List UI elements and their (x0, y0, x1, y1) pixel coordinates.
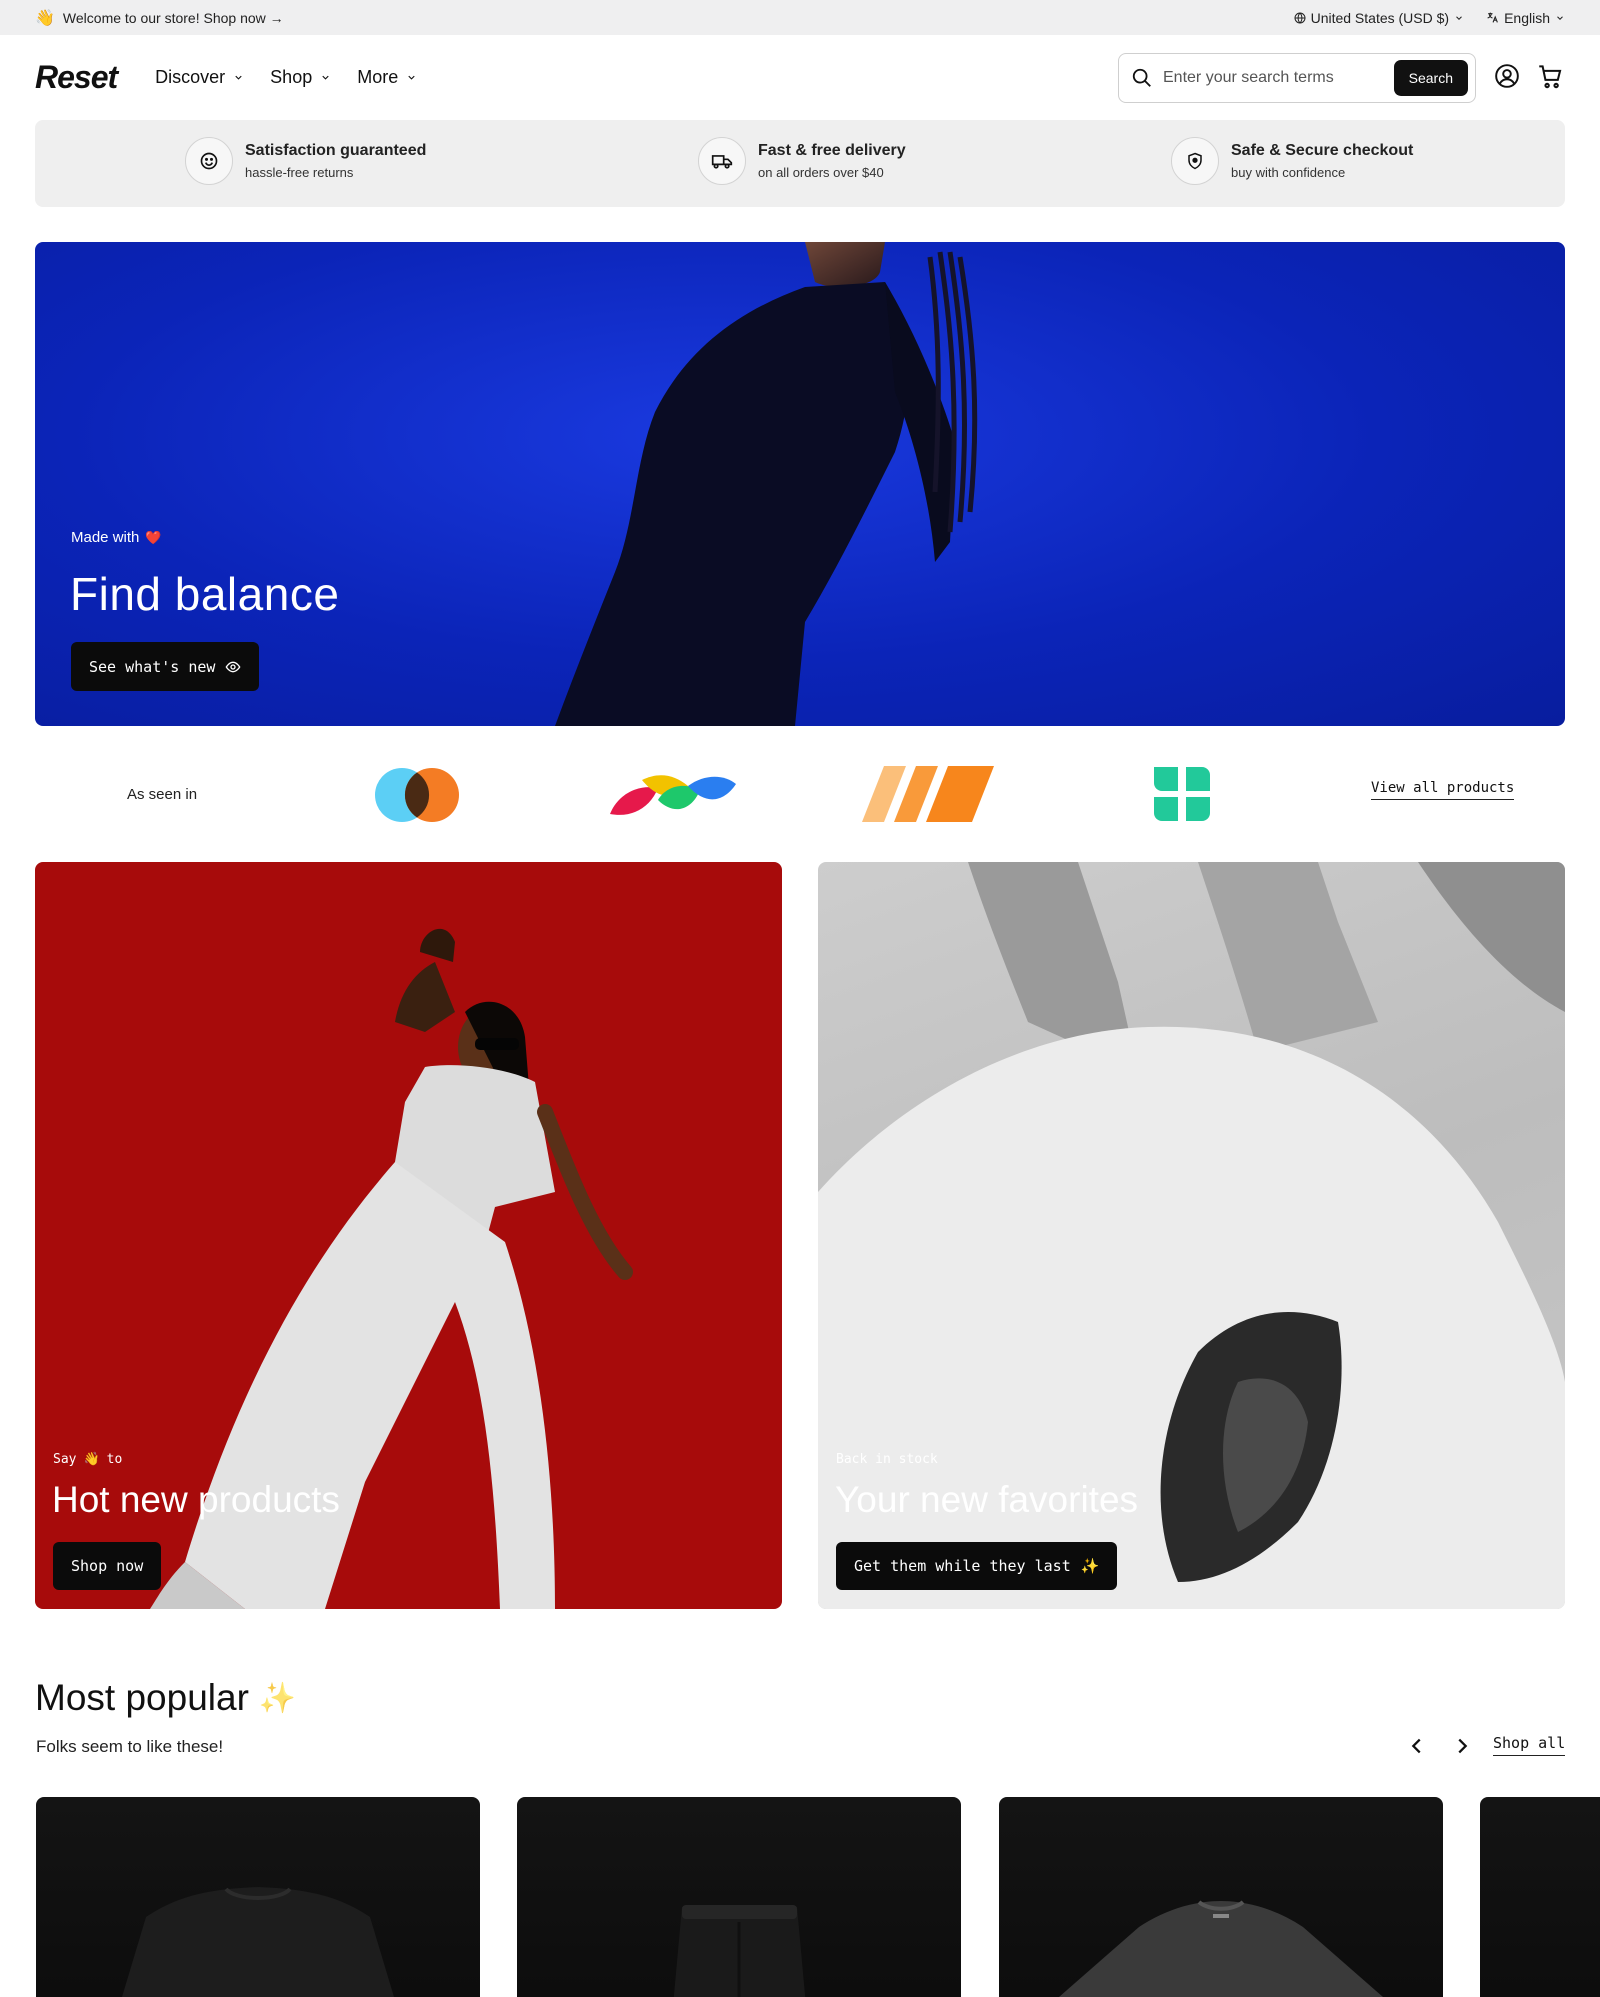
nav-label: Shop (270, 67, 313, 87)
promo-hot-new[interactable]: Say 👋 to Hot new products Shop now (35, 862, 782, 1609)
most-popular-heading: Most popular ✨ (35, 1677, 296, 1719)
promo-kicker: Say 👋 to (53, 1452, 122, 1467)
product-card[interactable] (36, 1797, 480, 1997)
smile-icon (185, 137, 233, 185)
chevron-down-icon (1456, 15, 1462, 20)
announcement-link[interactable]: 👋 Welcome to our store! Shop now → (35, 8, 284, 28)
product-image (673, 1905, 806, 1997)
cart-icon[interactable] (1537, 63, 1564, 90)
product-card[interactable] (517, 1797, 961, 1997)
hero-kicker: Made with ❤️ (71, 529, 162, 546)
button-label: See what's new (89, 657, 216, 676)
promo-kicker-pre: Say (53, 1452, 77, 1467)
chevron-left-icon[interactable] (1406, 1735, 1428, 1757)
nav-label: Discover (155, 67, 226, 87)
wave-emoji: 👋 (35, 9, 55, 27)
hero-banner[interactable]: Made with ❤️ Find balance See what's new (35, 242, 1565, 726)
globe-icon (1294, 12, 1306, 23)
eye-icon (226, 661, 241, 672)
chevron-down-icon (1557, 15, 1563, 20)
language-label: English (1504, 9, 1550, 26)
country-selector[interactable]: United States (USD $) (1294, 10, 1465, 26)
press-logo-circles (375, 768, 459, 822)
button-label: Shop now (71, 1557, 144, 1575)
section-subtitle: Folks seem to like these! (36, 1737, 224, 1756)
button-label: Get them while they last (854, 1557, 1071, 1575)
main-nav: Discover Shop More (155, 67, 417, 88)
nav-shop[interactable]: Shop (270, 67, 331, 88)
press-logo-petals (610, 775, 736, 815)
logo[interactable]: Reset (35, 59, 118, 96)
product-image (122, 1887, 394, 1997)
section-title: Most popular (35, 1677, 249, 1718)
feature-subtitle: on all orders over $40 (758, 165, 884, 180)
as-seen-in-label: As seen in (127, 786, 198, 803)
search-box: Search (1118, 53, 1476, 103)
nav-more[interactable]: More (357, 67, 417, 88)
heart-emoji: ❤️ (145, 529, 162, 545)
chevron-down-icon (322, 75, 329, 80)
promo-favorites[interactable]: Back in stock Your new favorites Get the… (818, 862, 1565, 1609)
feature-subtitle: hassle-free returns (245, 165, 354, 180)
chevron-down-icon (235, 75, 242, 80)
language-selector[interactable]: English (1486, 10, 1565, 26)
as-seen-in: As seen in View all products (0, 752, 1600, 836)
get-them-button[interactable]: Get them while they last ✨ (836, 1542, 1118, 1590)
product-card[interactable] (999, 1797, 1443, 1997)
search-icon (1132, 68, 1151, 87)
product-image (1059, 1900, 1383, 1997)
shop-now-button[interactable]: Shop now (53, 1542, 162, 1590)
hero-title: Find balance (70, 568, 340, 620)
view-all-products-link[interactable]: View all products (1371, 780, 1515, 800)
promo-title: Your new favorites (835, 1479, 1139, 1520)
promo-title: Hot new products (52, 1479, 340, 1520)
feature-title: Fast & free delivery (758, 142, 906, 159)
wave-emoji: 👋 (83, 1452, 100, 1467)
chevron-down-icon (408, 75, 415, 80)
feature-title: Satisfaction guaranteed (245, 142, 427, 159)
site-header: Reset Discover Shop More Search (0, 35, 1600, 120)
feature-subtitle: buy with confidence (1231, 165, 1346, 180)
features-strip: Satisfaction guaranteed hassle-free retu… (35, 120, 1565, 207)
chevron-right-icon[interactable] (1451, 1735, 1473, 1757)
feature-satisfaction: Satisfaction guaranteed hassle-free retu… (185, 137, 426, 185)
promo-kicker-text: Back in stock (836, 1452, 938, 1467)
sparkles-emoji: ✨ (1080, 1557, 1100, 1575)
translate-icon (1487, 12, 1498, 23)
country-label: United States (USD $) (1310, 9, 1450, 26)
shop-all-link[interactable]: Shop all (1493, 1734, 1566, 1756)
truck-icon (698, 137, 746, 185)
press-logo-clover (1154, 767, 1210, 821)
nav-discover[interactable]: Discover (155, 67, 244, 88)
feature-delivery: Fast & free delivery on all orders over … (698, 137, 906, 185)
press-logo-stripes (862, 766, 994, 822)
promo-kicker: Back in stock (836, 1452, 938, 1467)
feature-title: Safe & Secure checkout (1231, 142, 1414, 159)
sparkles-emoji: ✨ (258, 1681, 297, 1715)
search-button[interactable]: Search (1393, 60, 1468, 96)
search-input[interactable] (1163, 69, 1394, 87)
product-card[interactable] (1480, 1797, 1600, 1997)
account-icon[interactable] (1494, 63, 1520, 89)
nav-label: More (357, 67, 399, 87)
promo-kicker-post: to (106, 1452, 123, 1467)
shield-icon (1171, 137, 1219, 185)
hero-model-image (555, 242, 978, 726)
announcement-bar: 👋 Welcome to our store! Shop now → Unite… (0, 0, 1600, 35)
see-whats-new-button[interactable]: See what's new (71, 642, 260, 691)
hero-kicker-text: Made with (71, 529, 140, 546)
feature-checkout: Safe & Secure checkout buy with confiden… (1171, 137, 1413, 185)
announcement-text: Welcome to our store! Shop now → (62, 9, 284, 26)
